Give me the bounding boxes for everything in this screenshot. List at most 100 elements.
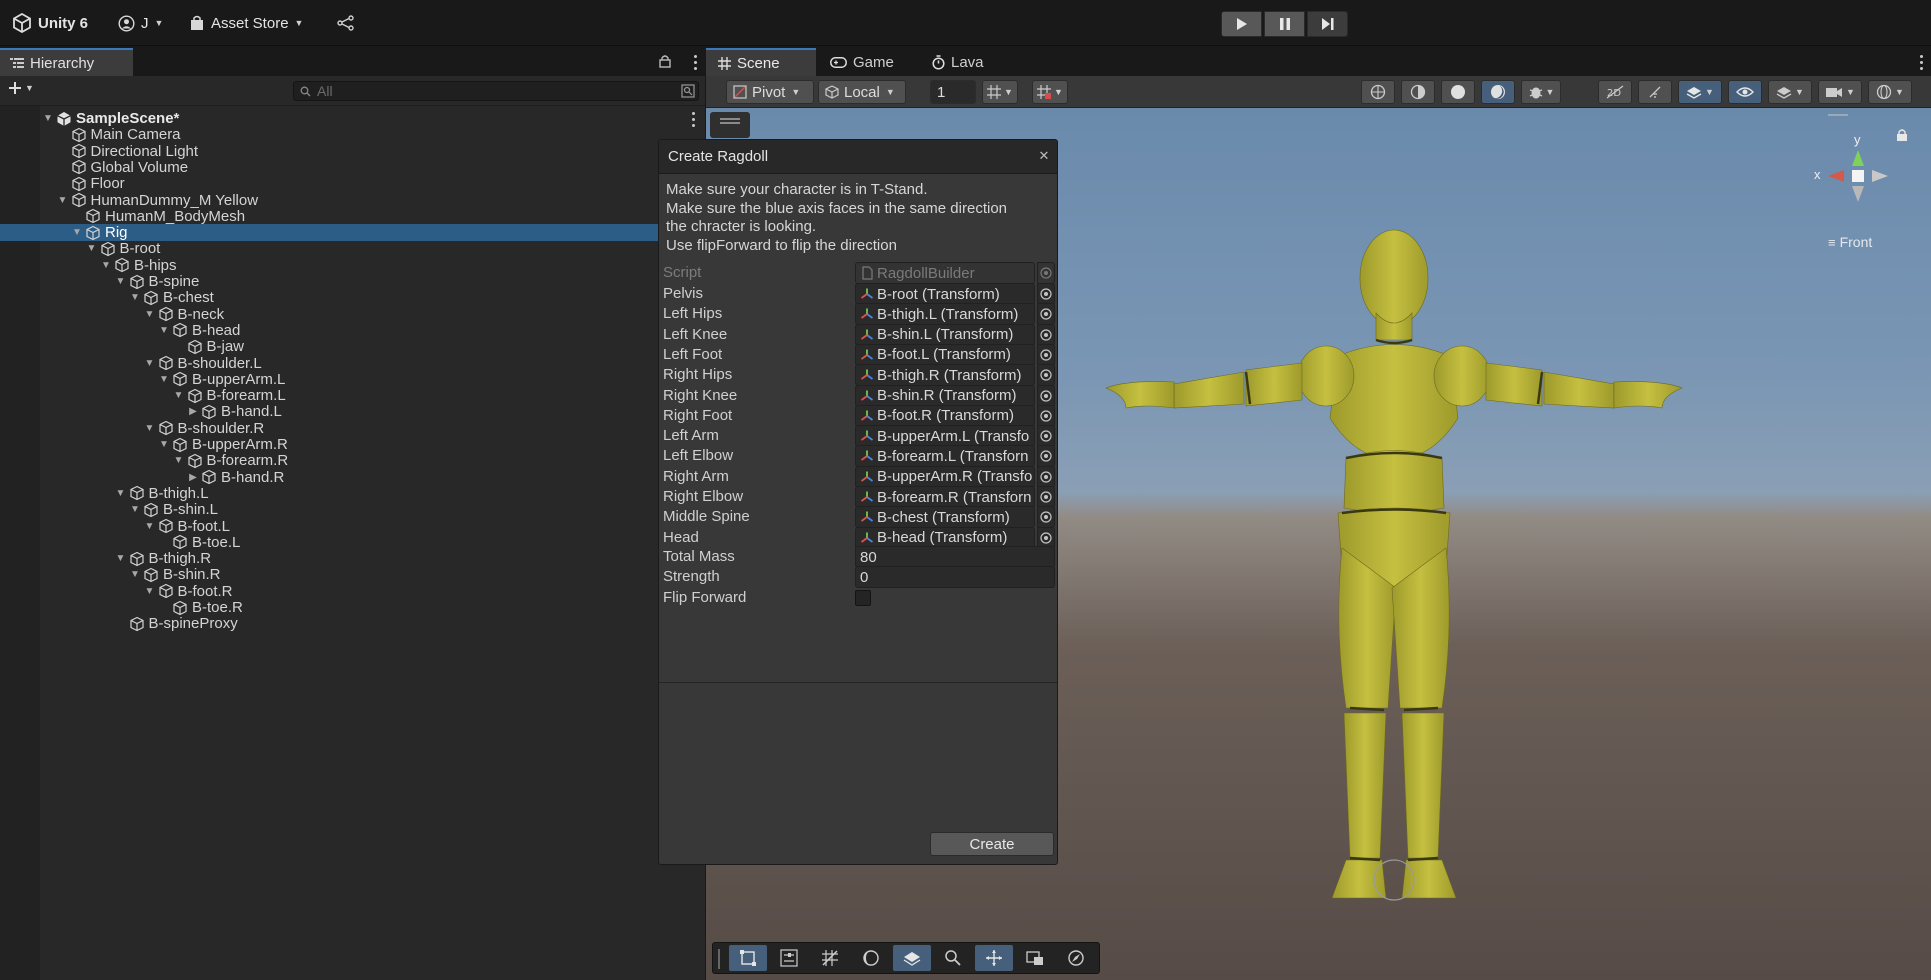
hierarchy-row[interactable]: Floor	[0, 175, 705, 192]
snap-increment-dropdown[interactable]: ▼	[1032, 80, 1068, 104]
bone-object-field[interactable]: B-foot.L (Transform)	[855, 343, 1035, 366]
grid-brush-tool-button[interactable]	[811, 945, 849, 971]
hierarchy-row[interactable]: ▼ B-foot.L	[0, 518, 705, 535]
bone-object-field[interactable]: B-shin.L (Transform)	[855, 323, 1035, 346]
tab-hierarchy[interactable]: Hierarchy	[0, 48, 133, 76]
hierarchy-row[interactable]: Global Volume	[0, 159, 705, 176]
step-button[interactable]	[1307, 11, 1348, 37]
tab-lava[interactable]: Lava	[920, 48, 1020, 76]
hierarchy-row[interactable]: ▼ B-thigh.R	[0, 550, 705, 567]
object-picker-icon[interactable]	[1037, 323, 1055, 346]
object-picker-icon[interactable]	[1037, 506, 1055, 529]
bone-object-field[interactable]: B-shin.R (Transform)	[855, 384, 1035, 407]
bone-object-field[interactable]: B-foot.R (Transform)	[855, 404, 1035, 427]
pause-button[interactable]	[1264, 11, 1305, 37]
object-picker-icon[interactable]	[1037, 404, 1055, 427]
hierarchy-row[interactable]: HumanM_BodyMesh	[0, 208, 705, 225]
asset-store-dropdown[interactable]: Asset Store ▼	[190, 12, 303, 34]
lighting-toggle-button[interactable]	[1638, 80, 1672, 104]
scene-more-icon[interactable]	[691, 110, 695, 128]
object-picker-icon[interactable]	[1037, 384, 1055, 407]
object-picker-icon[interactable]	[1037, 486, 1055, 508]
hierarchy-row[interactable]: ▶ B-hand.L	[0, 403, 705, 420]
hierarchy-row[interactable]: ▼ B-shoulder.L	[0, 355, 705, 372]
object-picker-icon[interactable]	[1037, 465, 1055, 488]
bone-object-field[interactable]: B-thigh.R (Transform)	[855, 364, 1035, 387]
bone-object-field[interactable]: B-upperArm.L (Transfo	[855, 425, 1035, 448]
object-picker-icon[interactable]	[1037, 283, 1055, 305]
lock-icon[interactable]	[659, 54, 671, 68]
grid-snap-input[interactable]: 1	[930, 80, 976, 104]
hierarchy-row[interactable]: ▼ B-hips	[0, 257, 705, 274]
draw-mode-wireframe-button[interactable]	[1361, 80, 1395, 104]
hierarchy-row[interactable]: ▼ Rig	[0, 224, 705, 242]
2d-toggle-button[interactable]: 2D	[1598, 80, 1632, 104]
overlay-grip[interactable]	[718, 949, 720, 969]
bone-object-field[interactable]: B-thigh.L (Transform)	[855, 303, 1035, 326]
play-button[interactable]	[1221, 11, 1262, 37]
hierarchy-row[interactable]: ▼ B-shin.R	[0, 566, 705, 583]
navigation-tool-button[interactable]	[1057, 945, 1095, 971]
tab-game[interactable]: Game	[818, 48, 918, 76]
close-icon[interactable]: ✕	[1037, 149, 1051, 163]
hierarchy-row[interactable]: ▼ B-shin.L	[0, 501, 705, 518]
scene-more-menu-icon[interactable]	[1919, 53, 1923, 71]
account-dropdown[interactable]: J ▼	[118, 12, 163, 34]
gizmo-drag-handle[interactable]	[1828, 114, 1848, 116]
pivot-dropdown[interactable]: Pivot ▼	[726, 80, 814, 104]
bone-object-field[interactable]: B-forearm.L (Transforn	[855, 445, 1035, 468]
version-control-button[interactable]	[337, 12, 355, 34]
hierarchy-row[interactable]: B-jaw	[0, 338, 705, 355]
hierarchy-row[interactable]: ▼ B-shoulder.R	[0, 420, 705, 437]
hierarchy-row[interactable]: ▼ B-upperArm.R	[0, 436, 705, 453]
scene-visibility-button[interactable]	[1728, 80, 1762, 104]
hierarchy-row[interactable]: Directional Light	[0, 143, 705, 160]
hierarchy-row[interactable]: ▼ B-forearm.R	[0, 452, 705, 469]
hierarchy-row[interactable]: ▼ B-forearm.L	[0, 387, 705, 404]
search-tool-button[interactable]	[934, 945, 972, 971]
tab-scene[interactable]: Scene	[706, 48, 816, 76]
hierarchy-row[interactable]: ▶ B-hand.R	[0, 469, 705, 486]
draw-mode-shaded-wire-button[interactable]	[1401, 80, 1435, 104]
camera-dropdown[interactable]: ▼	[1818, 80, 1862, 104]
hierarchy-row[interactable]: ▼ B-chest	[0, 289, 705, 306]
transform-tool-button[interactable]	[770, 945, 808, 971]
dialog-titlebar[interactable]: Create Ragdoll ✕	[659, 140, 1057, 174]
hierarchy-row[interactable]: B-spineProxy	[0, 615, 705, 632]
layers-dropdown[interactable]: ▼	[1768, 80, 1812, 104]
object-picker-icon[interactable]	[1037, 364, 1055, 387]
bone-object-field[interactable]: B-chest (Transform)	[855, 506, 1035, 529]
hierarchy-more-menu-icon[interactable]	[693, 53, 697, 71]
total-mass-input[interactable]: 80	[855, 546, 1055, 568]
object-picker-icon[interactable]	[1037, 303, 1055, 326]
scene-row[interactable]: ▼ SampleScene*	[0, 110, 705, 127]
object-picker-icon[interactable]	[1037, 425, 1055, 448]
layers-tool-button[interactable]	[893, 945, 931, 971]
bone-object-field[interactable]: B-root (Transform)	[855, 283, 1035, 305]
bone-object-field[interactable]: B-forearm.R (Transforn	[855, 486, 1035, 508]
local-dropdown[interactable]: Local ▼	[818, 80, 906, 104]
hierarchy-row[interactable]: ▼ B-foot.R	[0, 583, 705, 600]
scene-fx-dropdown[interactable]: ▼	[1678, 80, 1722, 104]
strength-input[interactable]: 0	[855, 566, 1055, 588]
object-picker-icon[interactable]	[1037, 343, 1055, 366]
unity-menu-button[interactable]: Unity 6	[12, 12, 88, 34]
hierarchy-row[interactable]: B-toe.R	[0, 599, 705, 616]
grid-visibility-dropdown[interactable]: ▼	[982, 80, 1018, 104]
hierarchy-row[interactable]: ▼ B-spine	[0, 273, 705, 290]
orientation-label-button[interactable]: ≡ Front	[1828, 234, 1872, 250]
hierarchy-row[interactable]: ▼ B-neck	[0, 306, 705, 323]
rect-tool-button[interactable]	[729, 945, 767, 971]
hierarchy-row[interactable]: ▼ B-upperArm.L	[0, 371, 705, 388]
bone-object-field[interactable]: B-upperArm.R (Transfo	[855, 465, 1035, 488]
debug-draw-dropdown[interactable]: ▼	[1521, 80, 1561, 104]
hierarchy-search-input[interactable]: All	[293, 81, 699, 101]
shading-tool-button[interactable]	[852, 945, 890, 971]
search-filter-icon[interactable]	[681, 84, 695, 98]
flip-forward-checkbox[interactable]	[855, 590, 871, 606]
camera-preview-button[interactable]	[1016, 945, 1054, 971]
gizmos-dropdown[interactable]: ▼	[1868, 80, 1912, 104]
hierarchy-row[interactable]: Main Camera	[0, 126, 705, 143]
create-button[interactable]: Create	[930, 832, 1054, 856]
orientation-gizmo[interactable]: y x	[1800, 122, 1900, 232]
